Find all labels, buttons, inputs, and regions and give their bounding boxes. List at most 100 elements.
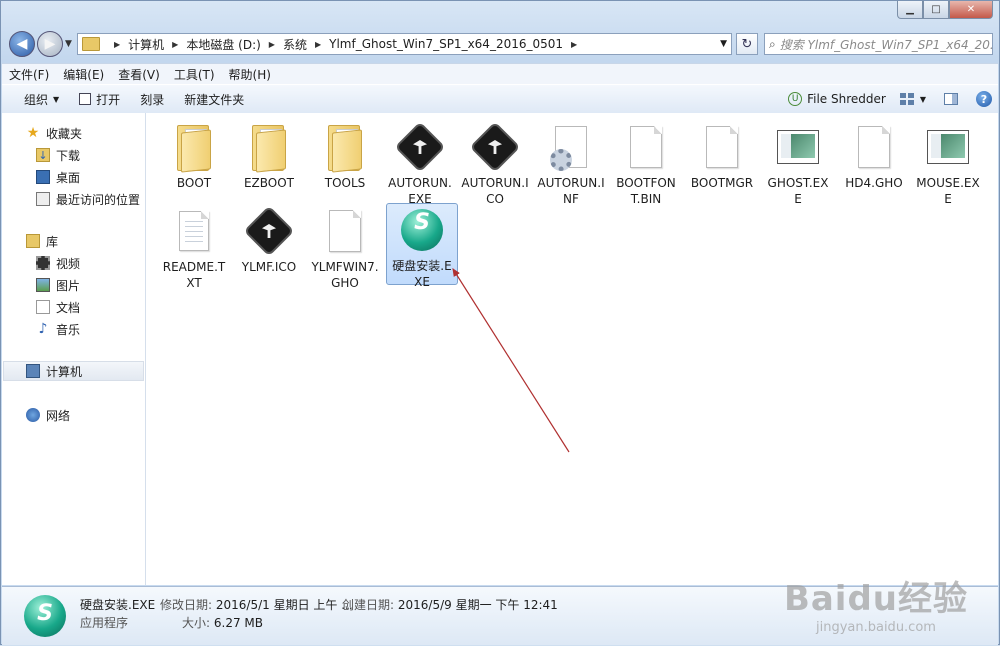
address-bar[interactable]: ▶ 计算机 ▶ 本地磁盘 (D:) ▶ 系统 ▶ Ylmf_Ghost_Win7… [77, 33, 732, 55]
nav-pictures[interactable]: 图片 [36, 275, 80, 295]
watermark-brand: Baidu经验 [783, 579, 968, 619]
file-name: GHOST.EXE [767, 176, 829, 206]
file-item-bootmgr[interactable]: BOOTMGR [686, 117, 758, 191]
nav-label: 文档 [56, 300, 81, 315]
file-name: AUTORUN.ICO [461, 176, 529, 206]
change-view-icon[interactable] [899, 93, 914, 105]
breadcrumb-ylmf-folder[interactable]: Ylmf_Ghost_Win7_SP1_x64_2016_0501 [329, 37, 563, 51]
minimize-button[interactable]: ▁ [897, 1, 923, 19]
file-item-autorun-ico[interactable]: AUTORUN.ICO [459, 117, 531, 207]
nav-label: 最近访问的位置 [56, 192, 141, 207]
nav-documents[interactable]: 文档 [36, 297, 80, 317]
config-file-icon [550, 126, 587, 171]
file-name: 硬盘安装.EXE [392, 259, 452, 289]
burn-button[interactable]: 刻录 [130, 91, 174, 108]
file-item-hd4-gho[interactable]: HD4.GHO [838, 117, 910, 191]
text-file-icon [179, 211, 209, 251]
file-item-hd-installer-exe[interactable]: 硬盘安装.EXE [386, 203, 458, 289]
folder-icon [252, 125, 286, 173]
nav-recent-places[interactable]: 最近访问的位置 [36, 189, 140, 209]
file-item-bootfont-bin[interactable]: BOOTFONT.BIN [610, 117, 682, 207]
search-icon: ⌕ [769, 36, 776, 51]
nav-label: 图片 [56, 278, 81, 293]
file-name: EZBOOT [243, 176, 295, 190]
nav-favorites[interactable]: ★ 收藏夹 [26, 123, 82, 143]
help-icon[interactable]: ? [976, 91, 992, 107]
ylmf-logo-icon [246, 208, 292, 254]
nav-music[interactable]: ♪ 音乐 [36, 319, 80, 339]
chevron-right-icon[interactable]: ▶ [315, 40, 321, 49]
breadcrumb-computer[interactable]: 计算机 [128, 36, 164, 53]
baidu-watermark: Baidu经验 jingyan.baidu.com [784, 571, 968, 635]
address-dropdown-icon[interactable]: ▼ [720, 39, 727, 49]
refresh-button[interactable]: ↻ [736, 33, 758, 55]
ylmf-logo-icon [472, 124, 518, 170]
caption-buttons: ▁ □ ✕ [897, 1, 993, 19]
watermark-url: jingyan.baidu.com [815, 620, 936, 635]
chevron-right-icon[interactable]: ▶ [571, 40, 577, 49]
file-name: BOOTMGR [690, 176, 754, 190]
file-item-ezboot[interactable]: EZBOOT [233, 117, 305, 191]
nav-videos[interactable]: 视频 [36, 253, 80, 273]
new-folder-button[interactable]: 新建文件夹 [174, 91, 254, 108]
size-field: 大小: 6.27 MB [182, 614, 263, 631]
nav-desktop[interactable]: 桌面 [36, 167, 80, 187]
desktop-icon [36, 170, 50, 184]
new-folder-label: 新建文件夹 [184, 92, 245, 107]
file-shredder-button[interactable]: U File Shredder [788, 92, 886, 106]
modified-date-field: 修改日期: 2016/5/1 星期日 上午 ... [160, 596, 353, 613]
nav-computer[interactable]: 计算机 [3, 361, 144, 381]
breadcrumb-drive-d[interactable]: 本地磁盘 (D:) [186, 36, 260, 53]
file-item-ghost-exe[interactable]: GHOST.EXE [762, 117, 834, 207]
nav-label: 收藏夹 [46, 126, 83, 141]
recent-pages-chevron-icon[interactable]: ▼ [65, 39, 72, 49]
file-item-autorun-inf[interactable]: AUTORUN.INF [535, 117, 607, 207]
file-item-ylmf-ico[interactable]: YLMF.ICO [233, 201, 305, 275]
nav-libraries[interactable]: 库 [26, 231, 58, 251]
menu-help[interactable]: 帮助(H) [222, 66, 278, 83]
size-label: 大小: [182, 616, 211, 630]
nav-downloads[interactable]: ↓ 下载 [36, 145, 80, 165]
selected-file-type: 应用程序 [80, 616, 129, 630]
menu-file[interactable]: 文件(F) [2, 66, 56, 83]
star-icon: ★ [26, 125, 40, 141]
file-name: AUTORUN.INF [537, 176, 605, 206]
blank-file-icon [329, 210, 361, 252]
preview-pane-icon[interactable] [944, 93, 958, 105]
back-button[interactable]: ◀ [9, 31, 35, 57]
forward-button[interactable]: ▶ [37, 31, 63, 57]
file-item-boot[interactable]: BOOT [158, 117, 230, 191]
open-icon [79, 93, 92, 105]
view-options-chevron-icon[interactable]: ▼ [920, 95, 926, 104]
file-item-tools[interactable]: TOOLS [309, 117, 381, 191]
nav-network[interactable]: 网络 [26, 405, 70, 425]
maximize-button[interactable]: □ [923, 1, 949, 19]
breadcrumb-system[interactable]: 系统 [283, 36, 307, 53]
file-item-autorun-exe[interactable]: AUTORUN.EXE [384, 117, 456, 207]
organize-button[interactable]: 组织 ▼ [14, 91, 69, 108]
modified-value: 2016/5/1 星期日 上午 ... [215, 598, 353, 612]
open-button[interactable]: 打开 [69, 91, 130, 108]
file-item-readme-txt[interactable]: README.TXT [158, 201, 230, 291]
selected-file-name: 硬盘安装.EXE [80, 598, 156, 612]
command-bar-right: U File Shredder ▼ ? [788, 85, 992, 113]
file-shredder-label: File Shredder [807, 92, 886, 106]
file-item-mouse-exe[interactable]: MOUSE.EXE [912, 117, 984, 207]
burn-label: 刻录 [140, 92, 165, 107]
file-item-ylmfwin7-gho[interactable]: YLMFWIN7.GHO [309, 201, 381, 291]
menu-edit[interactable]: 编辑(E) [56, 66, 111, 83]
shredder-icon: U [788, 92, 803, 106]
chevron-right-icon[interactable]: ▶ [114, 40, 120, 49]
folder-icon [177, 125, 211, 173]
close-button[interactable]: ✕ [949, 1, 993, 19]
chevron-right-icon[interactable]: ▶ [269, 40, 275, 49]
command-bar: 组织 ▼ 打开 刻录 新建文件夹 U File Shredder ▼ ? [2, 84, 998, 114]
chevron-right-icon[interactable]: ▶ [172, 40, 178, 49]
file-name: HD4.GHO [845, 176, 903, 190]
menu-tools[interactable]: 工具(T) [167, 66, 222, 83]
document-icon [36, 300, 50, 314]
search-input[interactable]: ⌕ 搜索 Ylmf_Ghost_Win7_SP1_x64_20... [764, 33, 993, 55]
file-name: YLMFWIN7.GHO [311, 260, 379, 290]
installer-logo-icon [401, 209, 443, 251]
menu-view[interactable]: 查看(V) [111, 66, 167, 83]
